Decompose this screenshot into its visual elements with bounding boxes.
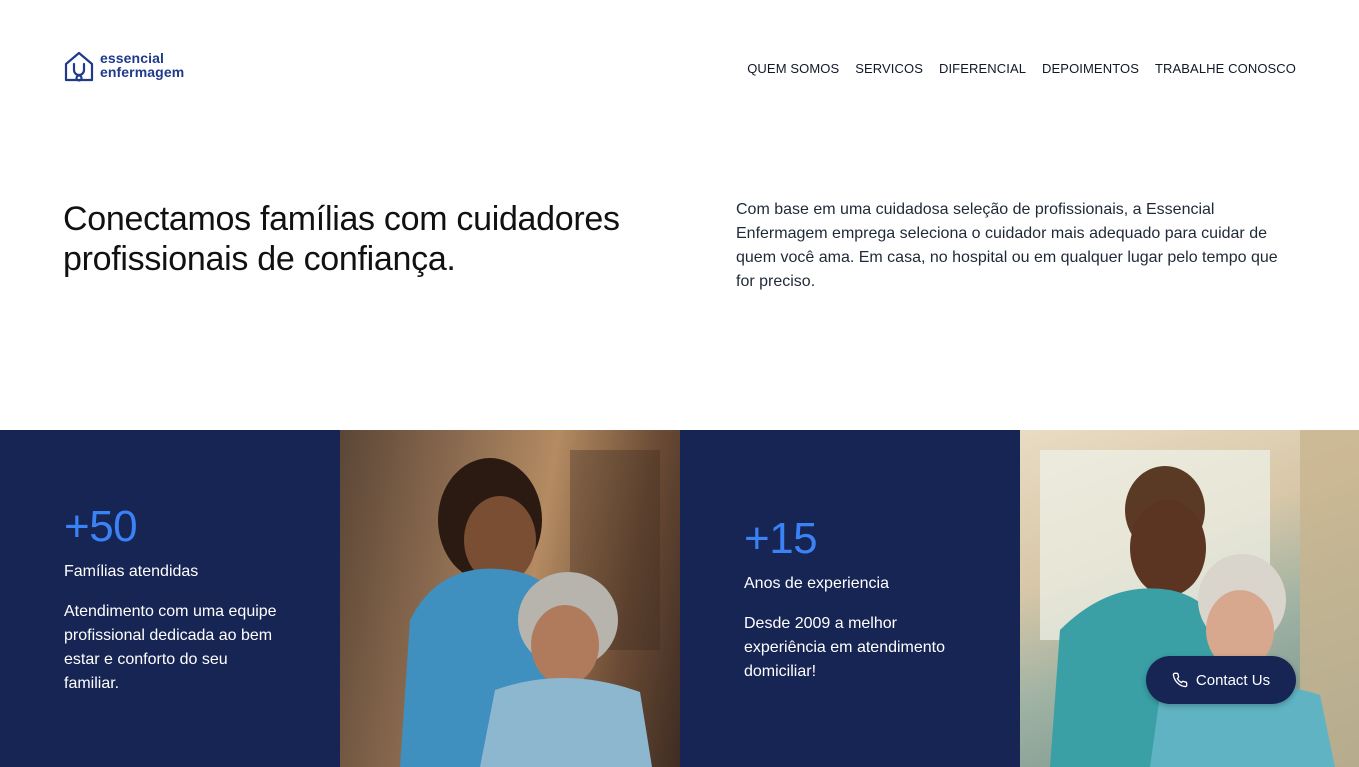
stat-number: +50 [64,502,138,551]
nav-depoimentos[interactable]: DEPOIMENTOS [1042,61,1139,76]
nav-quem-somos[interactable]: QUEM SOMOS [747,61,839,76]
nav-servicos[interactable]: SERVICOS [855,61,923,76]
stat-description: Desde 2009 a melhor experiência em atend… [744,615,946,680]
stat-number: +15 [744,514,818,563]
contact-us-label: Contact Us [1195,671,1271,689]
hero-description: Com base em uma cuidadosa seleção de pro… [736,201,1278,290]
hero-title: Conectamos famílias com cuidadores profi… [63,200,620,278]
brand-line-1: essencial [100,50,164,66]
nav-trabalhe-conosco[interactable]: TRABALHE CONOSCO [1155,61,1296,76]
contact-us-button[interactable]: Contact Us [1146,656,1296,704]
photo-nurse-with-elder [1020,430,1359,767]
nav-diferencial[interactable]: DIFERENCIAL [939,61,1026,76]
stat-description: Atendimento com uma equipe profissional … [64,603,277,692]
brand-line-2: enfermagem [100,64,185,80]
main-nav: QUEM SOMOS SERVICOS DIFERENCIAL DEPOIMEN… [747,61,1296,76]
stat-label: Famílias atendidas [64,563,199,580]
brand-name: essencial enfermagem [100,51,184,79]
photo-illustration [1040,430,1359,767]
phone-icon [1172,672,1188,688]
site-header: essencial enfermagem QUEM SOMOS SERVICOS… [0,0,1359,140]
stat-label: Anos de experiencia [744,575,889,592]
stat-panel-experience: +15 Anos de experiencia Desde 2009 a mel… [680,430,1020,767]
stat-panel-families: +50 Famílias atendidas Atendimento com u… [0,430,340,767]
photo-illustration [400,450,660,767]
stats-band: +50 Famílias atendidas Atendimento com u… [0,430,1359,767]
brand-logo[interactable]: essencial enfermagem [63,50,184,84]
photo-caregiver-with-elder [340,430,680,767]
house-stethoscope-icon [64,51,94,82]
